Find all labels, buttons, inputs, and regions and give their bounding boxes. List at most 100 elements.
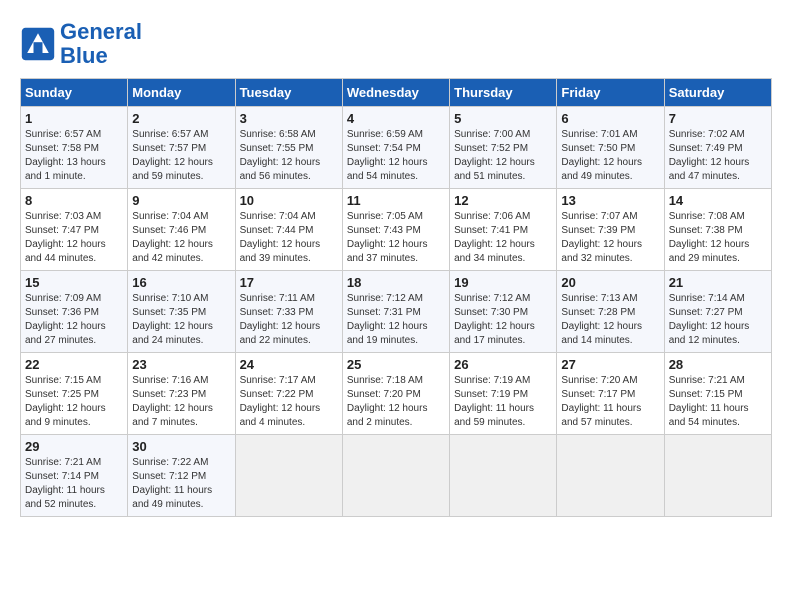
day-cell bbox=[664, 435, 771, 517]
day-cell bbox=[450, 435, 557, 517]
day-number: 22 bbox=[25, 357, 123, 372]
day-cell: 25 Sunrise: 7:18 AM Sunset: 7:20 PM Dayli… bbox=[342, 353, 449, 435]
day-number: 27 bbox=[561, 357, 659, 372]
day-number: 8 bbox=[25, 193, 123, 208]
week-row-5: 29 Sunrise: 7:21 AM Sunset: 7:14 PM Dayli… bbox=[21, 435, 772, 517]
day-cell: 1 Sunrise: 6:57 AM Sunset: 7:58 PM Daylig… bbox=[21, 107, 128, 189]
day-cell: 3 Sunrise: 6:58 AM Sunset: 7:55 PM Daylig… bbox=[235, 107, 342, 189]
day-info: Sunrise: 7:07 AM Sunset: 7:39 PM Dayligh… bbox=[561, 210, 659, 266]
day-info: Sunrise: 7:10 AM Sunset: 7:35 PM Dayligh… bbox=[132, 292, 230, 348]
day-cell: 5Sunrise: 7:00 AM Sunset: 7:52 PM Daylig… bbox=[450, 107, 557, 189]
day-info: Sunrise: 7:22 AM Sunset: 7:12 PM Dayligh… bbox=[132, 456, 230, 512]
day-number: 28 bbox=[669, 357, 767, 372]
day-number: 14 bbox=[669, 193, 767, 208]
day-info: Sunrise: 6:57 AM Sunset: 7:57 PM Dayligh… bbox=[132, 128, 230, 184]
day-cell: 14 Sunrise: 7:08 AM Sunset: 7:38 PM Dayli… bbox=[664, 189, 771, 271]
day-info: Sunrise: 7:14 AM Sunset: 7:27 PM Dayligh… bbox=[669, 292, 767, 348]
day-number: 2 bbox=[132, 111, 230, 126]
day-number: 12 bbox=[454, 193, 552, 208]
day-info: Sunrise: 6:58 AM Sunset: 7:55 PM Dayligh… bbox=[240, 128, 338, 184]
day-cell: 19Sunrise: 7:12 AM Sunset: 7:30 PM Dayli… bbox=[450, 271, 557, 353]
column-header-saturday: Saturday bbox=[664, 79, 771, 107]
day-info: Sunrise: 7:02 AM Sunset: 7:49 PM Dayligh… bbox=[669, 128, 767, 184]
day-info: Sunrise: 7:04 AM Sunset: 7:46 PM Dayligh… bbox=[132, 210, 230, 266]
day-cell: 8 Sunrise: 7:03 AM Sunset: 7:47 PM Daylig… bbox=[21, 189, 128, 271]
day-number: 24 bbox=[240, 357, 338, 372]
day-cell: 23Sunrise: 7:16 AM Sunset: 7:23 PM Dayli… bbox=[128, 353, 235, 435]
day-cell: 16 Sunrise: 7:10 AM Sunset: 7:35 PM Dayli… bbox=[128, 271, 235, 353]
day-number: 1 bbox=[25, 111, 123, 126]
day-number: 10 bbox=[240, 193, 338, 208]
day-number: 3 bbox=[240, 111, 338, 126]
day-number: 18 bbox=[347, 275, 445, 290]
day-number: 16 bbox=[132, 275, 230, 290]
day-number: 11 bbox=[347, 193, 445, 208]
day-cell: 21 Sunrise: 7:14 AM Sunset: 7:27 PM Dayli… bbox=[664, 271, 771, 353]
day-cell: 11Sunrise: 7:05 AM Sunset: 7:43 PM Dayli… bbox=[342, 189, 449, 271]
day-cell: 10Sunrise: 7:04 AM Sunset: 7:44 PM Dayli… bbox=[235, 189, 342, 271]
logo: General Blue bbox=[20, 20, 142, 68]
day-info: Sunrise: 6:59 AM Sunset: 7:54 PM Dayligh… bbox=[347, 128, 445, 184]
day-info: Sunrise: 7:13 AM Sunset: 7:28 PM Dayligh… bbox=[561, 292, 659, 348]
day-info: Sunrise: 7:20 AM Sunset: 7:17 PM Dayligh… bbox=[561, 374, 659, 430]
logo-text2: Blue bbox=[60, 44, 142, 68]
day-cell bbox=[342, 435, 449, 517]
week-row-3: 15 Sunrise: 7:09 AM Sunset: 7:36 PM Dayli… bbox=[21, 271, 772, 353]
logo-text: General bbox=[60, 20, 142, 44]
day-cell: 13 Sunrise: 7:07 AM Sunset: 7:39 PM Dayli… bbox=[557, 189, 664, 271]
column-header-monday: Monday bbox=[128, 79, 235, 107]
day-cell: 12 Sunrise: 7:06 AM Sunset: 7:41 PM Dayli… bbox=[450, 189, 557, 271]
day-cell: 18 Sunrise: 7:12 AM Sunset: 7:31 PM Dayli… bbox=[342, 271, 449, 353]
calendar-table: SundayMondayTuesdayWednesdayThursdayFrid… bbox=[20, 78, 772, 517]
day-info: Sunrise: 7:21 AM Sunset: 7:14 PM Dayligh… bbox=[25, 456, 123, 512]
day-number: 21 bbox=[669, 275, 767, 290]
day-info: Sunrise: 7:08 AM Sunset: 7:38 PM Dayligh… bbox=[669, 210, 767, 266]
day-number: 23 bbox=[132, 357, 230, 372]
day-number: 20 bbox=[561, 275, 659, 290]
logo-icon bbox=[20, 26, 56, 62]
column-header-friday: Friday bbox=[557, 79, 664, 107]
day-cell: 28 Sunrise: 7:21 AM Sunset: 7:15 PM Dayli… bbox=[664, 353, 771, 435]
week-row-2: 8 Sunrise: 7:03 AM Sunset: 7:47 PM Daylig… bbox=[21, 189, 772, 271]
day-info: Sunrise: 7:12 AM Sunset: 7:31 PM Dayligh… bbox=[347, 292, 445, 348]
day-number: 5 bbox=[454, 111, 552, 126]
day-info: Sunrise: 7:15 AM Sunset: 7:25 PM Dayligh… bbox=[25, 374, 123, 430]
day-cell: 17Sunrise: 7:11 AM Sunset: 7:33 PM Dayli… bbox=[235, 271, 342, 353]
page-header: General Blue bbox=[20, 20, 772, 68]
day-number: 6 bbox=[561, 111, 659, 126]
day-cell: 29 Sunrise: 7:21 AM Sunset: 7:14 PM Dayli… bbox=[21, 435, 128, 517]
day-number: 7 bbox=[669, 111, 767, 126]
day-number: 29 bbox=[25, 439, 123, 454]
calendar-header-row: SundayMondayTuesdayWednesdayThursdayFrid… bbox=[21, 79, 772, 107]
day-info: Sunrise: 7:18 AM Sunset: 7:20 PM Dayligh… bbox=[347, 374, 445, 430]
day-number: 4 bbox=[347, 111, 445, 126]
day-cell: 27 Sunrise: 7:20 AM Sunset: 7:17 PM Dayli… bbox=[557, 353, 664, 435]
day-number: 25 bbox=[347, 357, 445, 372]
day-cell: 9 Sunrise: 7:04 AM Sunset: 7:46 PM Daylig… bbox=[128, 189, 235, 271]
day-cell: 7 Sunrise: 7:02 AM Sunset: 7:49 PM Daylig… bbox=[664, 107, 771, 189]
day-info: Sunrise: 7:17 AM Sunset: 7:22 PM Dayligh… bbox=[240, 374, 338, 430]
day-cell: 24 Sunrise: 7:17 AM Sunset: 7:22 PM Dayli… bbox=[235, 353, 342, 435]
column-header-tuesday: Tuesday bbox=[235, 79, 342, 107]
week-row-4: 22 Sunrise: 7:15 AM Sunset: 7:25 PM Dayli… bbox=[21, 353, 772, 435]
day-cell: 20 Sunrise: 7:13 AM Sunset: 7:28 PM Dayli… bbox=[557, 271, 664, 353]
day-info: Sunrise: 6:57 AM Sunset: 7:58 PM Dayligh… bbox=[25, 128, 123, 184]
column-header-sunday: Sunday bbox=[21, 79, 128, 107]
day-info: Sunrise: 7:21 AM Sunset: 7:15 PM Dayligh… bbox=[669, 374, 767, 430]
day-info: Sunrise: 7:11 AM Sunset: 7:33 PM Dayligh… bbox=[240, 292, 338, 348]
day-info: Sunrise: 7:06 AM Sunset: 7:41 PM Dayligh… bbox=[454, 210, 552, 266]
calendar-body: 1 Sunrise: 6:57 AM Sunset: 7:58 PM Daylig… bbox=[21, 107, 772, 517]
column-header-wednesday: Wednesday bbox=[342, 79, 449, 107]
day-number: 13 bbox=[561, 193, 659, 208]
day-info: Sunrise: 7:03 AM Sunset: 7:47 PM Dayligh… bbox=[25, 210, 123, 266]
day-cell bbox=[557, 435, 664, 517]
day-info: Sunrise: 7:19 AM Sunset: 7:19 PM Dayligh… bbox=[454, 374, 552, 430]
day-info: Sunrise: 7:12 AM Sunset: 7:30 PM Dayligh… bbox=[454, 292, 552, 348]
day-cell: 26Sunrise: 7:19 AM Sunset: 7:19 PM Dayli… bbox=[450, 353, 557, 435]
day-info: Sunrise: 7:09 AM Sunset: 7:36 PM Dayligh… bbox=[25, 292, 123, 348]
day-cell bbox=[235, 435, 342, 517]
column-header-thursday: Thursday bbox=[450, 79, 557, 107]
day-number: 9 bbox=[132, 193, 230, 208]
day-cell: 15 Sunrise: 7:09 AM Sunset: 7:36 PM Dayli… bbox=[21, 271, 128, 353]
day-number: 15 bbox=[25, 275, 123, 290]
